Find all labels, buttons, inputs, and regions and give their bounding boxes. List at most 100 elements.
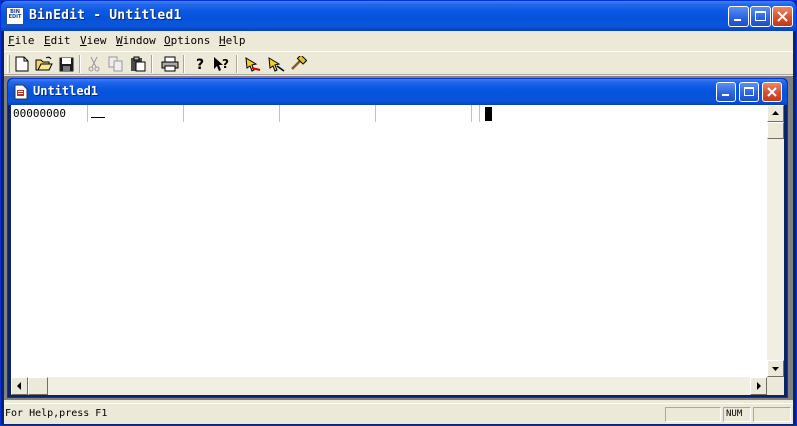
svg-text:?: ? — [196, 57, 204, 72]
vertical-scrollbar[interactable] — [767, 105, 784, 377]
hex-editor-view[interactable]: 00000000 — [11, 105, 784, 395]
toolbar: ? ? — [4, 51, 793, 75]
vertical-scroll-thumb[interactable] — [767, 122, 784, 139]
open-icon — [35, 56, 53, 71]
menu-edit-label: dit — [50, 34, 71, 47]
close-icon — [773, 7, 792, 26]
help-button[interactable]: ? — [190, 54, 210, 74]
menu-bar: File Edit View Window Options Help — [4, 31, 793, 51]
save-button[interactable] — [56, 54, 76, 74]
menu-help-label: elp — [225, 34, 246, 47]
menu-file[interactable]: File — [8, 34, 35, 47]
close-icon — [767, 87, 777, 97]
print-button[interactable] — [160, 54, 180, 74]
toolbar-separator — [183, 55, 185, 73]
column-divider — [183, 105, 184, 122]
column-divider — [375, 105, 376, 122]
minimize-button[interactable] — [728, 6, 749, 27]
status-help-text: For Help,press F1 — [5, 408, 108, 419]
toolbar-separator — [151, 55, 153, 73]
tool-arrow-button[interactable] — [243, 54, 263, 74]
menu-options-label: ptions — [170, 34, 211, 47]
column-divider — [471, 105, 472, 122]
menu-window[interactable]: Window — [116, 34, 156, 47]
status-pane-empty — [665, 407, 721, 422]
menu-view-mnemonic: V — [80, 34, 87, 47]
num-lock-indicator: NUM — [723, 407, 751, 422]
document-window: Untitled1 00000000 — [7, 78, 788, 398]
down-arrow-icon — [772, 367, 779, 371]
main-client-area: File Edit View Window Options Help ? ? U… — [4, 31, 793, 424]
help-icon: ? — [196, 57, 204, 72]
ascii-caret — [485, 107, 492, 121]
scroll-up-button[interactable] — [767, 105, 784, 122]
tool-hammer-icon — [291, 56, 307, 70]
svg-text:?: ? — [222, 57, 229, 71]
right-arrow-icon — [757, 382, 761, 390]
tool-arrow-edit-button[interactable] — [266, 54, 286, 74]
context-help-icon: ? — [214, 57, 229, 71]
scroll-down-button[interactable] — [767, 360, 784, 377]
menu-edit[interactable]: Edit — [44, 34, 71, 47]
open-button[interactable] — [34, 54, 54, 74]
menu-file-mnemonic: F — [8, 34, 15, 47]
minimize-icon — [722, 94, 729, 96]
column-divider — [279, 105, 280, 122]
status-bar: For Help,press F1 NUM — [4, 403, 793, 423]
document-titlebar[interactable]: Untitled1 — [8, 79, 787, 105]
copy-icon — [108, 56, 123, 72]
minimize-icon — [729, 7, 748, 26]
toolbar-separator — [236, 55, 238, 73]
up-arrow-icon — [772, 111, 779, 115]
copy-button[interactable] — [106, 54, 126, 74]
left-arrow-icon — [17, 382, 21, 390]
status-pane-extra — [753, 407, 791, 422]
maximize-icon — [744, 87, 754, 96]
app-title: BinEdit - Untitled1 — [29, 8, 182, 23]
main-window: BIN EDIT BinEdit - Untitled1 File Edit Vi… — [0, 0, 797, 426]
document-minimize-button[interactable] — [716, 82, 736, 102]
hex-row[interactable]: 00000000 — [11, 105, 761, 123]
save-icon — [59, 57, 73, 71]
row-offset: 00000000 — [13, 107, 66, 120]
cut-icon — [88, 56, 100, 72]
document-close-button[interactable] — [762, 82, 782, 102]
main-titlebar[interactable]: BIN EDIT BinEdit - Untitled1 — [1, 1, 796, 31]
menu-view-label: iew — [86, 34, 107, 47]
print-icon — [161, 56, 179, 72]
tool-arrow-edit-icon — [268, 57, 285, 72]
toolbar-separator — [79, 55, 81, 73]
tool-hammer-button[interactable] — [288, 54, 308, 74]
horizontal-scrollbar[interactable] — [11, 377, 767, 395]
mdi-client-area: Untitled1 00000000 — [4, 76, 793, 400]
paste-button[interactable] — [128, 54, 148, 74]
scroll-left-button[interactable] — [11, 377, 28, 395]
maximize-button[interactable] — [750, 6, 771, 27]
tool-arrow-icon — [245, 57, 261, 72]
binedit-app-icon[interactable]: BIN EDIT — [6, 7, 24, 25]
menu-view[interactable]: View — [80, 34, 107, 47]
paste-icon — [131, 56, 146, 72]
menu-window-mnemonic: W — [116, 34, 123, 47]
menu-help[interactable]: Help — [219, 34, 246, 47]
menu-edit-mnemonic: E — [44, 34, 51, 47]
toolbar-grip[interactable] — [7, 55, 10, 73]
menu-window-label: indow — [122, 34, 156, 47]
maximize-icon — [751, 7, 770, 26]
menu-options-mnemonic: O — [164, 34, 171, 47]
menu-options[interactable]: Options — [164, 34, 210, 47]
close-button[interactable] — [772, 6, 793, 27]
menu-help-mnemonic: H — [219, 34, 226, 47]
new-button[interactable] — [12, 54, 32, 74]
scroll-corner — [767, 377, 784, 395]
horizontal-scroll-thumb[interactable] — [28, 377, 48, 395]
new-icon — [15, 56, 29, 72]
document-maximize-button[interactable] — [739, 82, 759, 102]
context-help-button[interactable]: ? — [212, 54, 232, 74]
document-icon[interactable] — [13, 84, 29, 100]
ascii-divider — [479, 105, 480, 122]
scroll-right-button[interactable] — [750, 377, 767, 395]
edit-cursor — [91, 117, 105, 118]
cut-button[interactable] — [84, 54, 104, 74]
column-divider — [87, 105, 88, 122]
